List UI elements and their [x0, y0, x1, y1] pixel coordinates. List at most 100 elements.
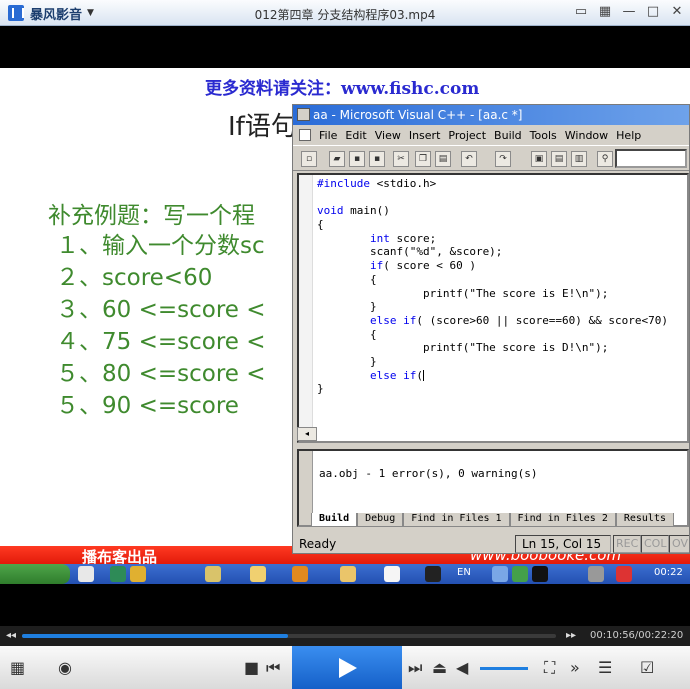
- code-line: else if( (score>60 || score==60) && scor…: [369, 313, 669, 327]
- next-icon[interactable]: ⏭: [408, 658, 422, 678]
- maximize-button[interactable]: □: [646, 4, 660, 19]
- code-line: #include <stdio.h>: [317, 177, 437, 190]
- menu-project[interactable]: Project: [448, 129, 486, 142]
- redo-icon[interactable]: ↷: [495, 151, 511, 167]
- code-editor[interactable]: #include <stdio.h> void main(){ int score…: [297, 173, 689, 443]
- fullscreen-icon[interactable]: ⛶: [544, 658, 555, 678]
- input-language: EN: [457, 567, 471, 578]
- seek-bar: ◂◂ ▸▸ 00:10:56/00:22:20: [0, 626, 690, 646]
- save-all-icon[interactable]: ▪: [369, 151, 385, 167]
- output-icon[interactable]: ▤: [551, 151, 567, 167]
- new-file-icon[interactable]: ▫: [301, 151, 317, 167]
- eject-icon[interactable]: ⏏: [432, 658, 447, 677]
- text-cursor: [422, 370, 424, 382]
- cut-icon[interactable]: ✂: [393, 151, 409, 167]
- slide-line: ５、80 <=score <: [56, 361, 266, 387]
- code-line: {: [317, 218, 324, 232]
- taskbar-clock: 00:22: [654, 567, 683, 578]
- code-line: if( score < 60 ): [369, 259, 476, 273]
- playlist-icon[interactable]: ☰: [598, 658, 612, 677]
- app-icon: [340, 566, 356, 582]
- status-col: COL: [641, 535, 670, 553]
- video-taskbar: EN 00:22: [0, 564, 690, 584]
- check-icon[interactable]: ☑: [640, 658, 654, 677]
- app-icon: [384, 566, 400, 582]
- seek-track[interactable]: [22, 634, 556, 638]
- undo-icon[interactable]: ↶: [461, 151, 477, 167]
- code-line: printf("The score is D!\n");: [317, 341, 609, 355]
- paste-icon[interactable]: ▤: [435, 151, 451, 167]
- code-line: scanf("%d", &score);: [317, 245, 503, 259]
- vc-window: aa - Microsoft Visual C++ - [aa.c *] Fil…: [292, 104, 690, 554]
- code-line: {: [317, 327, 377, 341]
- tray-icon: [616, 566, 632, 582]
- code-area[interactable]: #include <stdio.h> void main(){ int score…: [317, 177, 668, 396]
- tab-build[interactable]: Build: [311, 513, 358, 527]
- tray-icon: [588, 566, 604, 582]
- vc-title: aa - Microsoft Visual C++ - [aa.c *]: [313, 108, 523, 122]
- close-button[interactable]: ✕: [670, 4, 684, 19]
- menu-build[interactable]: Build: [494, 129, 522, 142]
- timecode: 00:10:56/00:22:20: [590, 630, 684, 641]
- editor-gutter: [299, 175, 313, 441]
- eye-icon[interactable]: ◉: [58, 658, 72, 677]
- find-in-files-icon[interactable]: ⚲: [597, 151, 613, 167]
- find-combo[interactable]: [615, 149, 687, 168]
- volume-icon[interactable]: ◀: [456, 658, 468, 677]
- menu-insert[interactable]: Insert: [409, 129, 441, 142]
- slide-heading: 补充例题：写一个程: [48, 203, 255, 229]
- mini-mode-button[interactable]: ▭: [574, 4, 588, 19]
- menu-view[interactable]: View: [375, 129, 401, 142]
- app-icon: [250, 566, 266, 582]
- toolbox-icon[interactable]: ▦: [10, 658, 25, 677]
- vc-app-icon: [297, 108, 310, 121]
- code-line: else if(: [369, 368, 424, 382]
- code-line: int score;: [369, 231, 437, 245]
- windows-icon[interactable]: ▥: [571, 151, 587, 167]
- slide-line: ４、75 <=score <: [56, 329, 266, 355]
- slide-title: If语句: [228, 112, 297, 142]
- code-line: void main(): [317, 204, 390, 218]
- player-window: 暴风影音 ▼ 012第四章 分支结构程序03.mp4 ▭ ▦ — □ ✕ 更多资…: [0, 0, 690, 689]
- vc-status-bar: Ready Ln 15, Col 15 REC COL OVR: [293, 533, 689, 553]
- vc-menu-bar: File Edit View Insert Project Build Tool…: [293, 125, 689, 145]
- minimize-button[interactable]: —: [622, 4, 636, 19]
- seek-forward-icon[interactable]: ▸▸: [566, 630, 576, 641]
- tray-icon: [492, 566, 508, 582]
- menu-edit[interactable]: Edit: [345, 129, 366, 142]
- tab-find-in-files-1[interactable]: Find in Files 1: [403, 513, 510, 527]
- menu-window[interactable]: Window: [565, 129, 608, 142]
- editor-scroll-left[interactable]: ◂: [297, 427, 317, 441]
- save-icon[interactable]: ▪: [349, 151, 365, 167]
- menu-help[interactable]: Help: [616, 129, 641, 142]
- tab-debug[interactable]: Debug: [357, 513, 404, 527]
- player-title-bar: 暴风影音 ▼ 012第四章 分支结构程序03.mp4 ▭ ▦ — □ ✕: [0, 0, 690, 26]
- app-icon: [110, 566, 126, 582]
- seek-back-icon[interactable]: ◂◂: [6, 630, 16, 641]
- output-tabs: Build Debug Find in Files 1 Find in File…: [311, 513, 674, 527]
- tab-results[interactable]: Results: [615, 513, 674, 527]
- tray-icon: [532, 566, 548, 582]
- copy-icon[interactable]: ❐: [415, 151, 431, 167]
- volume-slider[interactable]: [480, 667, 528, 670]
- expand-icon[interactable]: »: [570, 658, 580, 677]
- app-icon: [130, 566, 146, 582]
- code-line: }: [317, 382, 324, 396]
- start-button: [0, 564, 70, 584]
- skin-button[interactable]: ▦: [598, 4, 612, 19]
- open-folder-icon[interactable]: ▰: [329, 151, 345, 167]
- stop-icon[interactable]: ■: [244, 658, 259, 677]
- powerpoint-icon: [292, 566, 308, 582]
- menu-file[interactable]: File: [319, 129, 337, 142]
- play-icon: [339, 658, 357, 678]
- code-line: }: [317, 300, 377, 314]
- status-rec: REC: [613, 535, 642, 553]
- play-button[interactable]: [292, 646, 402, 689]
- menu-tools[interactable]: Tools: [530, 129, 557, 142]
- document-icon: [299, 129, 311, 141]
- status-position: Ln 15, Col 15: [515, 535, 611, 553]
- tab-find-in-files-2[interactable]: Find in Files 2: [509, 513, 616, 527]
- previous-icon[interactable]: ⏮: [266, 658, 280, 678]
- workspace-icon[interactable]: ▣: [531, 151, 547, 167]
